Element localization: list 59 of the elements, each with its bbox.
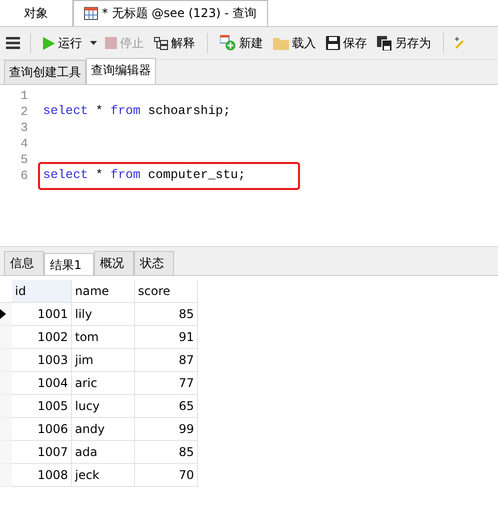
save-as-icon	[377, 36, 392, 50]
line-number: 2	[19, 105, 29, 119]
table-cell: 65	[135, 395, 198, 418]
line-number: 3	[19, 121, 29, 135]
table-cell: 1002	[12, 326, 72, 349]
magic-wand-icon[interactable]	[454, 36, 464, 50]
play-icon	[43, 36, 55, 50]
table-cell: lucy	[72, 395, 135, 418]
table-cell: 70	[135, 464, 198, 487]
column-header[interactable]: id	[12, 280, 72, 303]
current-row-icon	[0, 309, 6, 319]
save-as-button[interactable]: 另存为	[375, 32, 433, 54]
query-table-icon	[84, 7, 98, 20]
dropdown-caret-icon[interactable]	[90, 41, 97, 45]
table-cell: 1001	[12, 303, 72, 326]
new-table-icon	[220, 35, 236, 51]
table-cell: 85	[135, 303, 198, 326]
result-tab[interactable]: 状态	[134, 251, 174, 275]
table-cell: andy	[72, 418, 135, 441]
stop-icon	[105, 37, 117, 49]
table-cell: 77	[135, 372, 198, 395]
table-cell: 1003	[12, 349, 72, 372]
run-button[interactable]: 运行	[41, 32, 84, 54]
save-button[interactable]: 保存	[324, 32, 369, 54]
table-cell: 85	[135, 441, 198, 464]
explain-icon	[154, 36, 168, 50]
table-cell: 1006	[12, 418, 72, 441]
sql-line: select * from schoarship;	[42, 103, 232, 120]
table-cell: 91	[135, 326, 198, 349]
table-cell: jim	[72, 349, 135, 372]
editor-tab[interactable]: 查询编辑器	[86, 58, 156, 84]
result-tab[interactable]: 结果1	[44, 253, 94, 275]
document-tab[interactable]: * 无标题 @see (123) - 查询	[73, 0, 268, 26]
line-number: 1	[19, 89, 29, 103]
editor-tab[interactable]: 查询创建工具	[4, 60, 86, 84]
result-tab[interactable]: 信息	[4, 251, 44, 275]
line-number: 4	[19, 137, 29, 151]
table-cell: tom	[72, 326, 135, 349]
save-icon	[326, 36, 340, 50]
table-cell: ada	[72, 441, 135, 464]
table-cell: lily	[72, 303, 135, 326]
line-number: 6	[19, 169, 29, 183]
table-cell: 1004	[12, 372, 72, 395]
folder-icon	[273, 36, 289, 50]
line-number: 5	[19, 153, 29, 167]
new-button[interactable]: 新建	[218, 32, 265, 54]
table-cell: aric	[72, 372, 135, 395]
column-header[interactable]: score	[135, 280, 198, 303]
table-cell: 1007	[12, 441, 72, 464]
explain-button[interactable]: 解释	[152, 32, 197, 54]
table-cell: 87	[135, 349, 198, 372]
result-tab[interactable]: 概况	[94, 251, 134, 275]
table-cell: 1005	[12, 395, 72, 418]
load-button[interactable]: 载入	[271, 32, 318, 54]
menu-icon[interactable]	[6, 37, 20, 49]
table-cell: 1008	[12, 464, 72, 487]
table-cell: jeck	[72, 464, 135, 487]
column-header[interactable]: name	[72, 280, 135, 303]
table-cell: 99	[135, 418, 198, 441]
